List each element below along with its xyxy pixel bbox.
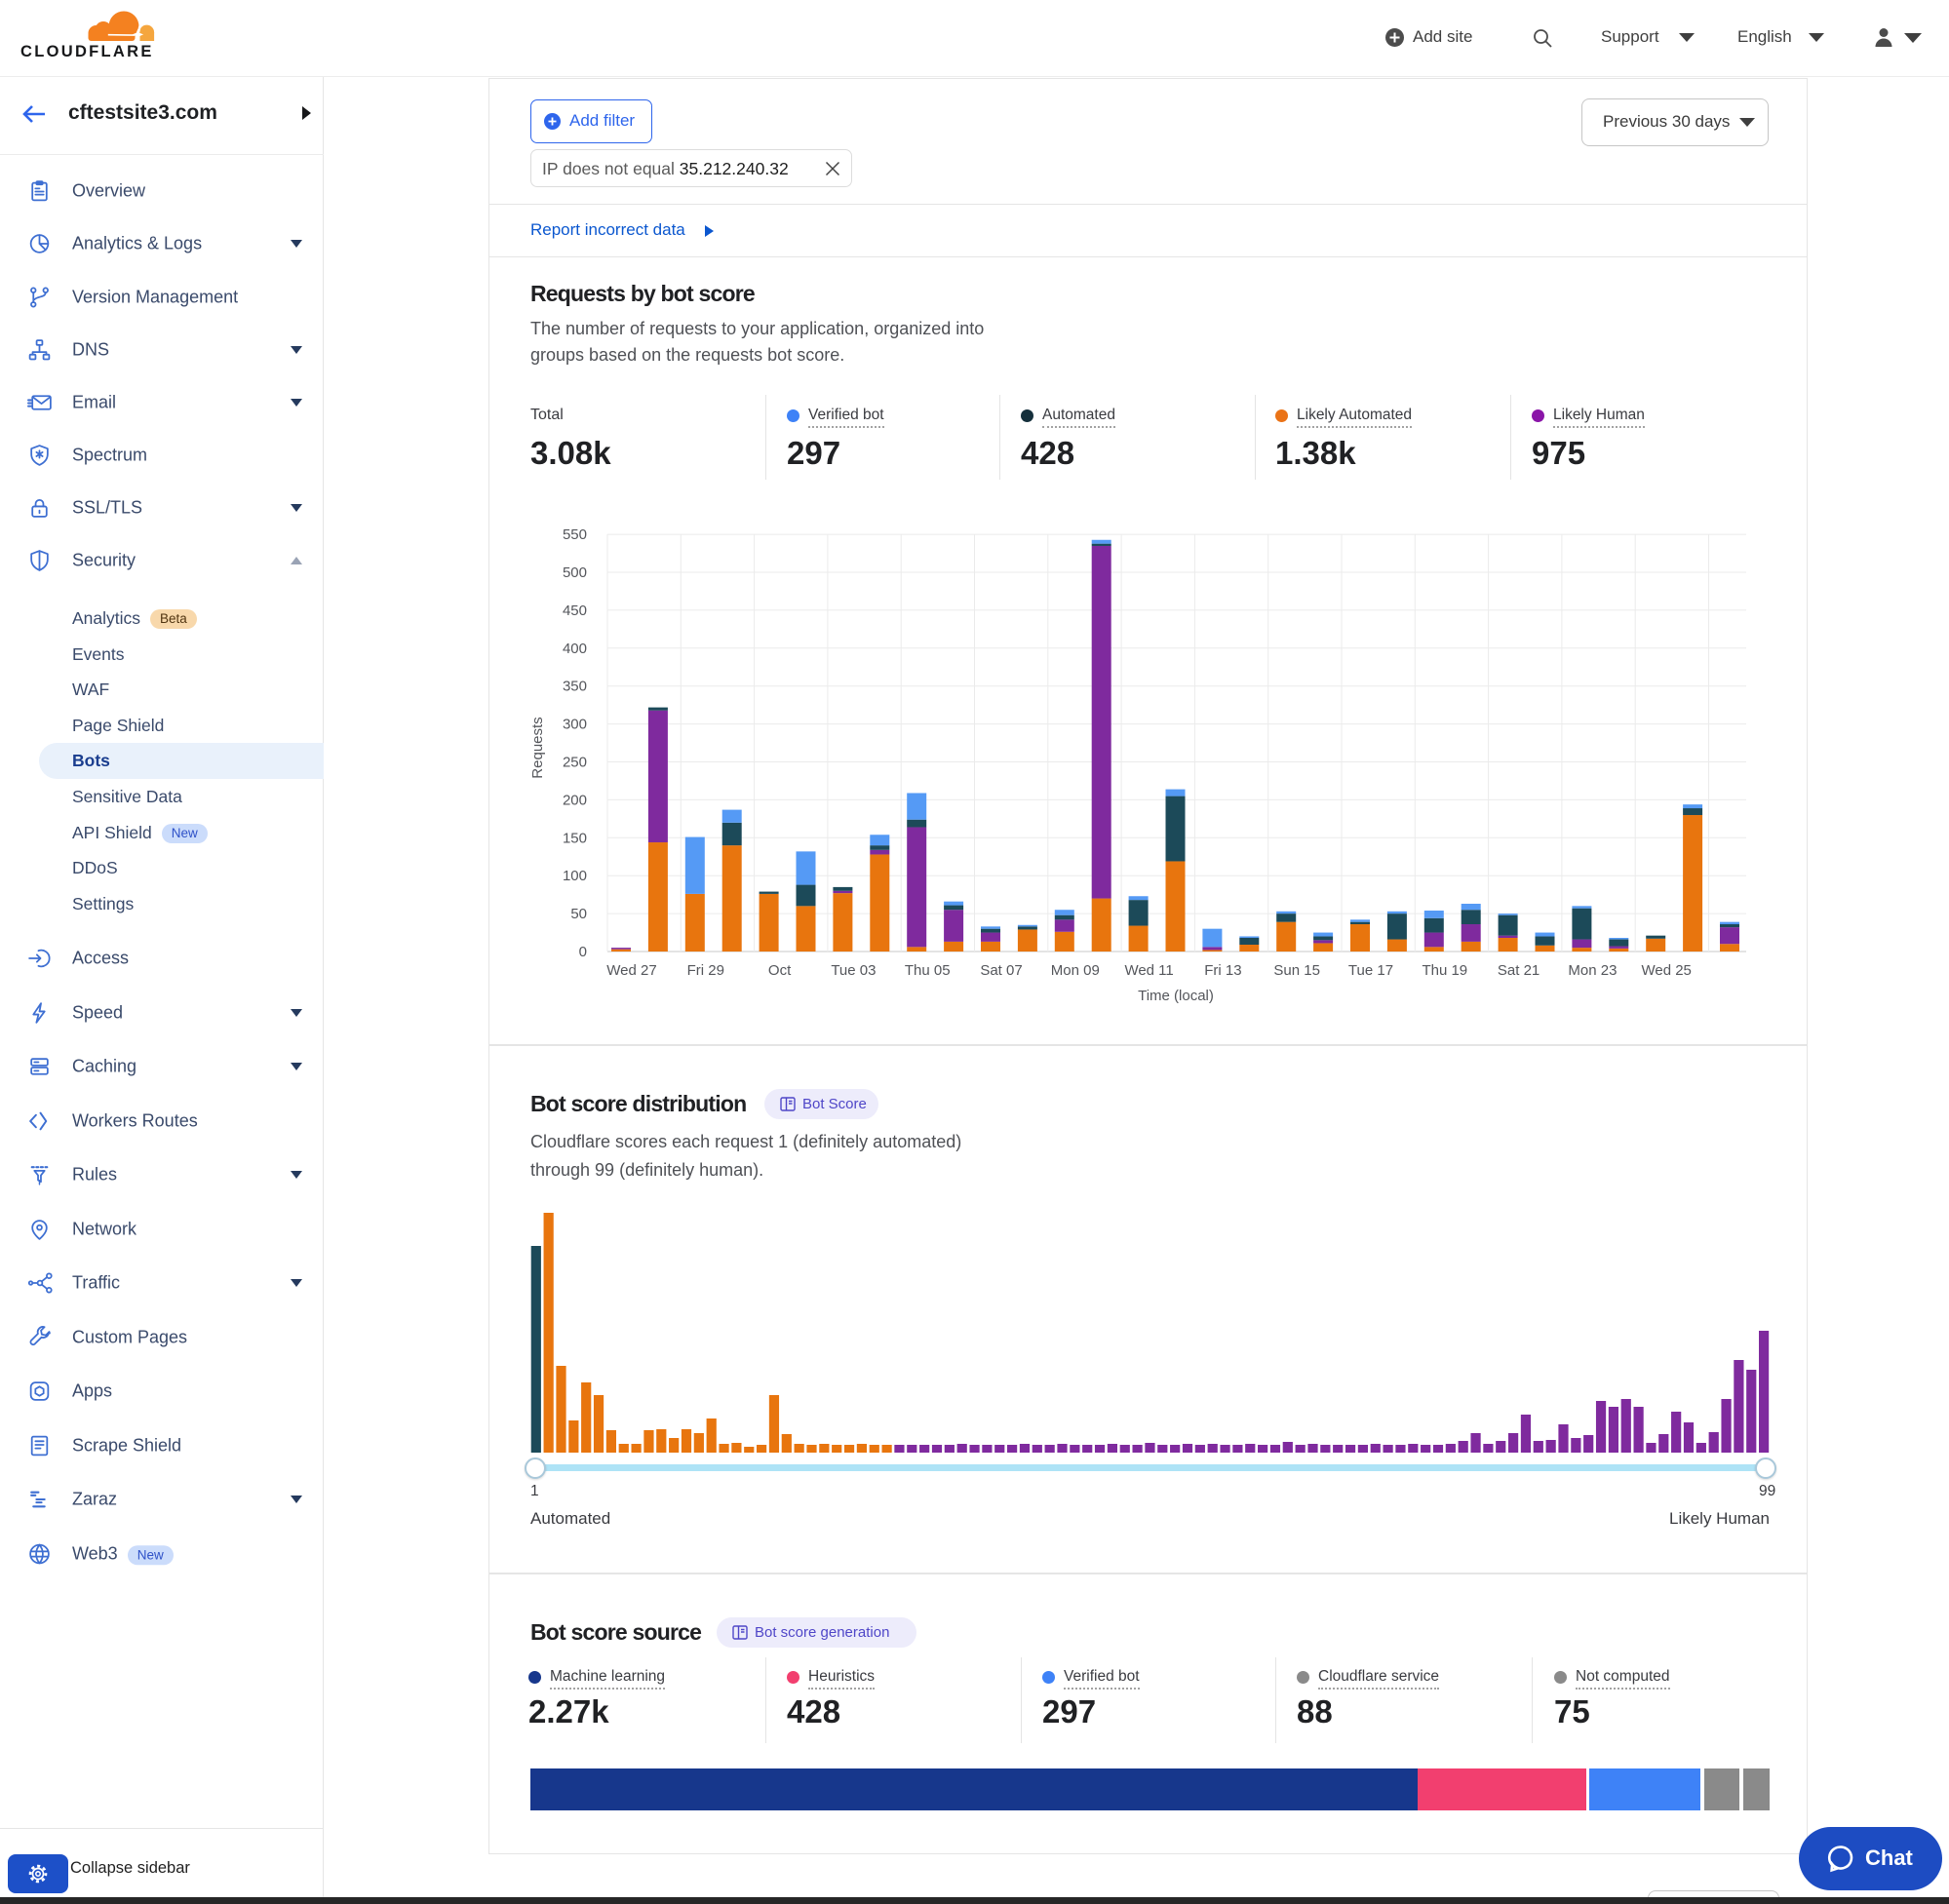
svg-text:Requests: Requests (529, 717, 546, 778)
svg-text:Thu 19: Thu 19 (1422, 962, 1467, 979)
svg-text:Thu 05: Thu 05 (905, 962, 951, 979)
svg-text:200: 200 (563, 792, 587, 808)
svg-text:400: 400 (563, 641, 587, 657)
svg-text:Mon 23: Mon 23 (1568, 962, 1617, 979)
svg-text:Wed 11: Wed 11 (1124, 962, 1173, 979)
svg-text:Oct: Oct (768, 962, 792, 979)
svg-text:Sun 15: Sun 15 (1273, 962, 1320, 979)
svg-text:500: 500 (563, 564, 587, 581)
svg-text:50: 50 (570, 906, 587, 922)
svg-text:250: 250 (563, 755, 587, 771)
svg-text:Mon 09: Mon 09 (1051, 962, 1100, 979)
svg-text:0: 0 (579, 944, 587, 960)
svg-text:150: 150 (563, 830, 587, 846)
svg-text:Sat 21: Sat 21 (1498, 962, 1540, 979)
svg-text:350: 350 (563, 679, 587, 695)
svg-text:Tue 17: Tue 17 (1348, 962, 1393, 979)
svg-text:450: 450 (563, 602, 587, 619)
svg-text:300: 300 (563, 717, 587, 733)
svg-text:Time (local): Time (local) (1138, 988, 1214, 1004)
svg-text:Tue 03: Tue 03 (831, 962, 876, 979)
svg-text:Sat 07: Sat 07 (980, 962, 1022, 979)
svg-text:Fri 29: Fri 29 (687, 962, 724, 979)
svg-text:550: 550 (563, 526, 587, 543)
svg-text:Fri 13: Fri 13 (1204, 962, 1241, 979)
svg-text:Wed 25: Wed 25 (1641, 962, 1691, 979)
svg-text:Wed 27: Wed 27 (606, 962, 656, 979)
svg-text:100: 100 (563, 868, 587, 884)
